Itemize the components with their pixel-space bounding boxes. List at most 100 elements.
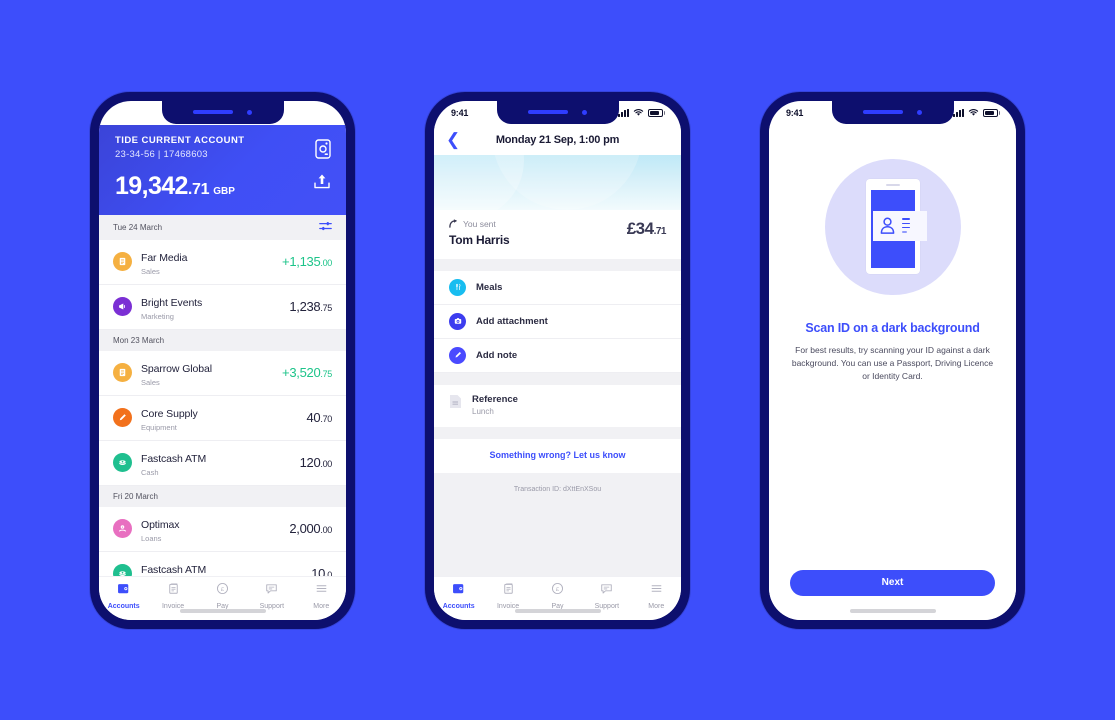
transaction-category: Equipment: [141, 422, 177, 432]
camera-icon: [449, 312, 466, 330]
transaction-amount: 1,238.75: [289, 299, 332, 314]
transaction-amount: 120.00: [299, 455, 333, 470]
transaction-category: Cash: [141, 467, 159, 477]
transaction-name: Bright Events: [141, 296, 203, 309]
transaction-name: Core Supply: [141, 407, 198, 420]
action-rows[interactable]: Meals Add attachment Add note: [434, 270, 681, 373]
section-divider: [434, 426, 681, 439]
status-time: 9:41: [451, 107, 469, 118]
transaction-row[interactable]: Bright Events Marketing 1,238.75: [99, 284, 346, 330]
invoice-icon: [113, 252, 132, 271]
reference-value: Lunch: [472, 406, 494, 416]
tab-label: More: [313, 602, 330, 610]
date-label: Fri 20 March: [113, 491, 158, 501]
device-notch: [496, 100, 619, 124]
device-notch: [161, 100, 284, 124]
pencil-icon: [113, 408, 132, 427]
chat-icon: [264, 581, 279, 601]
invoice-icon: [166, 581, 181, 601]
filter-sliders-icon[interactable]: [319, 221, 332, 234]
transaction-row[interactable]: Far Media Sales +1,135.00: [99, 239, 346, 285]
status-time: 9:41: [116, 107, 134, 118]
transactions-list[interactable]: Tue 24 March Far Media Sales +1,135.00 Brigh…: [99, 214, 346, 576]
action-label: Add note: [476, 349, 518, 361]
front-camera-dot: [247, 109, 252, 115]
amount-decimal: .00: [320, 459, 332, 469]
next-button[interactable]: Next: [790, 569, 995, 596]
wifi-icon: [633, 109, 643, 116]
transaction-category: Sales: [141, 377, 160, 387]
detail-navbar: ❮ Monday 21 Sep, 1:00 pm: [434, 124, 681, 155]
page-title: Scan ID on a dark background: [805, 320, 980, 335]
transaction-amount: 40.70: [307, 410, 333, 425]
megaphone-icon: [113, 297, 132, 316]
tab-invoice[interactable]: Invoice: [148, 581, 197, 610]
detail-banner: [434, 154, 681, 210]
upload-share-icon[interactable]: [313, 173, 331, 195]
card-icon[interactable]: [315, 138, 331, 164]
account-balance: 19,342 .71 GBP: [115, 172, 330, 201]
action-row[interactable]: Add attachment: [434, 304, 681, 339]
home-indicator: [849, 608, 936, 613]
amount-decimal: .75: [320, 303, 332, 313]
wallet-icon: [451, 581, 466, 601]
home-indicator: [514, 608, 601, 613]
reference-row[interactable]: Reference Lunch: [434, 384, 681, 427]
bottom-tab-bar-2[interactable]: Accounts Invoice £ Pay Support More: [434, 575, 681, 620]
amount-decimal: .00: [320, 258, 332, 268]
transaction-name: Sparrow Global: [141, 362, 212, 375]
transaction-name: Optimax: [141, 518, 180, 531]
balance-decimal: .71: [187, 180, 210, 198]
transaction-name: Fastcash ATM: [141, 563, 207, 576]
tab-label: Accounts: [107, 602, 140, 610]
transaction-row[interactable]: Core Supply Equipment 40.70: [99, 395, 346, 441]
transaction-row[interactable]: Fastcash ATM Cash 120.00: [99, 440, 346, 486]
speaker-grille: [863, 110, 903, 114]
arrow-sent-icon: [449, 219, 458, 228]
phone-id-scan: 9:41 Scan ID on a dark background For be…: [760, 91, 1025, 629]
amount-main: +3,520: [282, 365, 321, 380]
account-name: TIDE CURRENT ACCOUNT: [115, 134, 245, 146]
tab-accounts[interactable]: Accounts: [434, 581, 483, 610]
bottom-tab-bar-1[interactable]: Accounts Invoice £ Pay Support More: [99, 575, 346, 620]
action-row[interactable]: Add note: [434, 338, 681, 373]
tab-pay[interactable]: £ Pay: [198, 581, 247, 610]
action-label: Meals: [476, 281, 503, 293]
reference-title: Reference: [472, 393, 518, 405]
invoice-icon: [501, 581, 516, 601]
amount-main: 40: [306, 410, 321, 425]
tab-support[interactable]: Support: [582, 581, 631, 610]
tab-invoice[interactable]: Invoice: [483, 581, 532, 610]
transaction-amount: £34.71: [627, 219, 667, 239]
action-row[interactable]: Meals: [434, 270, 681, 305]
report-problem-link[interactable]: Something wrong? Let us know: [434, 438, 681, 473]
pound-coin-icon: £: [215, 581, 230, 601]
illustration-id-card: [872, 210, 927, 241]
menu-icon: [314, 581, 329, 601]
amount-main: 120: [299, 455, 321, 470]
transaction-category: Marketing: [141, 311, 174, 321]
section-divider: [434, 258, 681, 271]
transaction-amount: 2,000.00: [289, 521, 332, 536]
tab-more[interactable]: More: [632, 581, 681, 610]
phone-accounts-list: 9:41 TIDE CURRENT ACCOUNT 23-34-56 | 174…: [90, 91, 355, 629]
tab-pay[interactable]: £ Pay: [533, 581, 582, 610]
amount-main: 1,238: [289, 299, 321, 314]
transaction-row[interactable]: Sparrow Global Sales +3,520.75: [99, 350, 346, 396]
tab-accounts[interactable]: Accounts: [99, 581, 148, 610]
battery-icon: [647, 108, 665, 117]
section-divider: [434, 372, 681, 385]
transaction-amount: +1,135.00: [282, 254, 332, 269]
tab-more[interactable]: More: [297, 581, 346, 610]
phone-transaction-detail: 9:41 ❮ Monday 21 Sep, 1:00 pm You sent T…: [425, 91, 690, 629]
amount-main: 2,000: [289, 521, 321, 536]
tab-support[interactable]: Support: [247, 581, 296, 610]
account-sortcode: 23-34-56 | 17468603: [115, 148, 208, 160]
pencil-icon: [449, 346, 466, 364]
transaction-row[interactable]: Fastcash ATMCash10.0: [99, 551, 346, 576]
cellular-signal-icon: [952, 108, 964, 117]
transaction-row[interactable]: £ Optimax Loans 2,000.00: [99, 506, 346, 552]
chat-icon: [599, 581, 614, 601]
detail-title: Monday 21 Sep, 1:00 pm: [495, 133, 620, 146]
balance-integer: 19,342: [115, 171, 188, 200]
